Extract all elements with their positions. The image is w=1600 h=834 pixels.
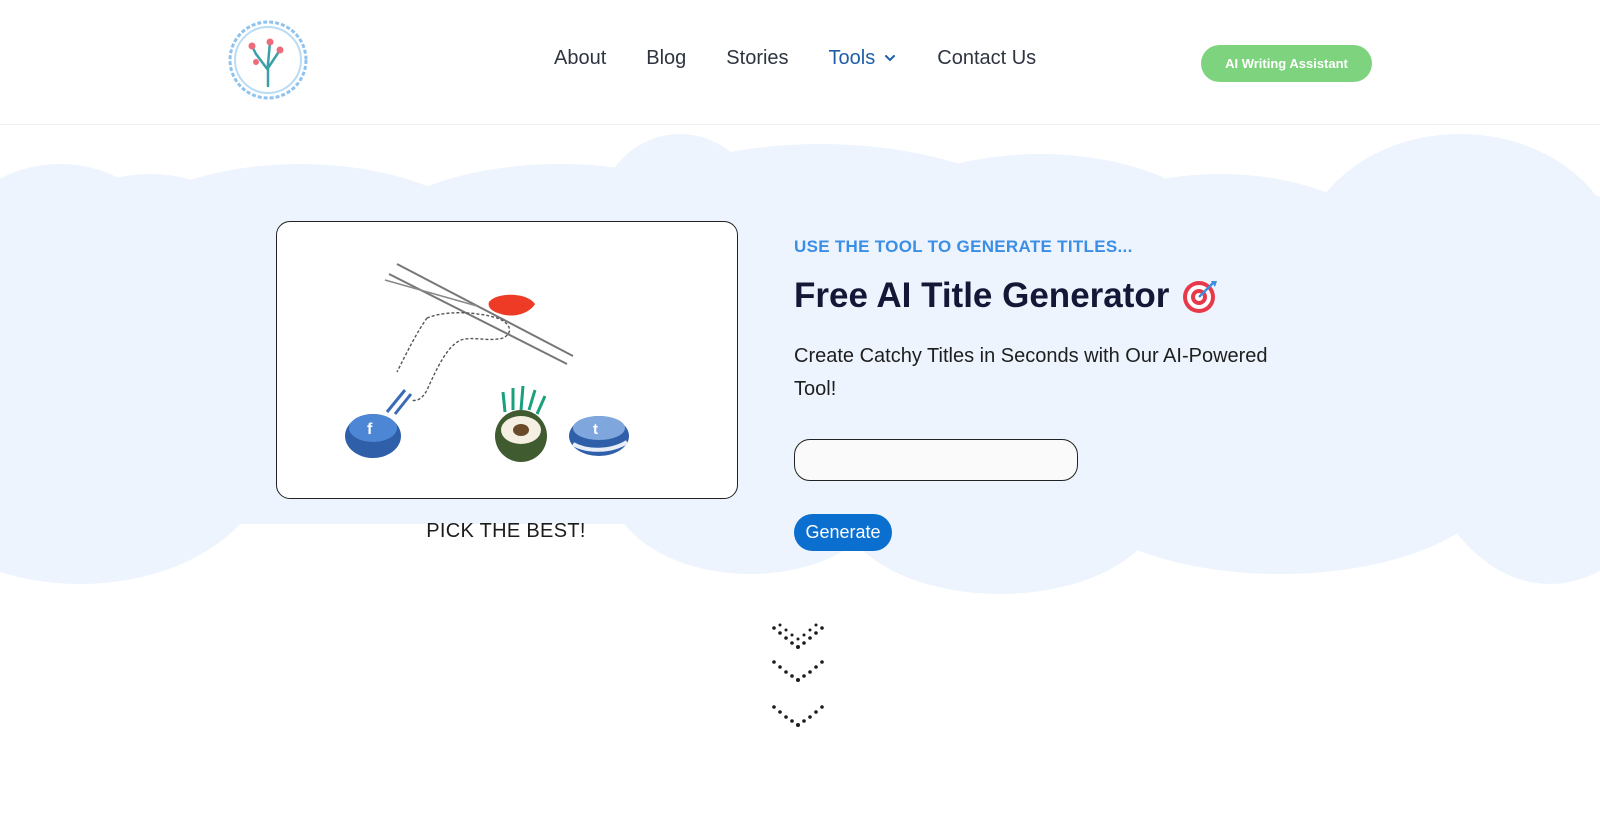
chevron-down-icon — [885, 55, 896, 62]
nav-blog[interactable]: Blog — [646, 48, 686, 68]
page-title: Free AI Title Generator — [794, 276, 1219, 316]
generate-button[interactable]: Generate — [794, 514, 892, 551]
svg-text:f: f — [367, 421, 373, 438]
nav-tools-dropdown[interactable]: Tools — [829, 48, 898, 68]
main-nav: About Blog Stories Tools Contact Us — [554, 48, 1076, 68]
site-header: About Blog Stories Tools Contact Us AI W… — [0, 0, 1600, 125]
nav-stories-label: Stories — [726, 47, 789, 69]
page-title-text: Free AI Title Generator — [794, 276, 1170, 315]
nav-contact-us[interactable]: Contact Us — [937, 48, 1036, 68]
chopsticks-sushi-illustration: f t — [345, 263, 629, 462]
illustration-caption: PICK THE BEST! — [426, 520, 586, 542]
nav-about-label: About — [554, 47, 607, 69]
nav-blog-label: Blog — [646, 47, 687, 69]
down-chevrons-icon[interactable] — [770, 622, 830, 742]
ai-writing-assistant-button[interactable]: AI Writing Assistant — [1201, 45, 1372, 82]
title-topic-input[interactable] — [794, 439, 1078, 481]
svg-text:t: t — [593, 421, 598, 438]
target-bullseye-icon — [1183, 281, 1218, 313]
nav-about[interactable]: About — [554, 48, 606, 68]
branching-tree-logo-icon[interactable] — [226, 18, 310, 102]
illustration-card: f t — [276, 221, 738, 499]
nav-contact-label: Contact Us — [937, 47, 1037, 69]
eyebrow-text: USE THE TOOL TO GENERATE TITLES... — [794, 237, 1133, 256]
page-subtitle: Create Catchy Titles in Seconds with Our… — [794, 345, 1268, 400]
nav-stories[interactable]: Stories — [726, 48, 788, 68]
nav-tools-label: Tools — [828, 47, 876, 69]
